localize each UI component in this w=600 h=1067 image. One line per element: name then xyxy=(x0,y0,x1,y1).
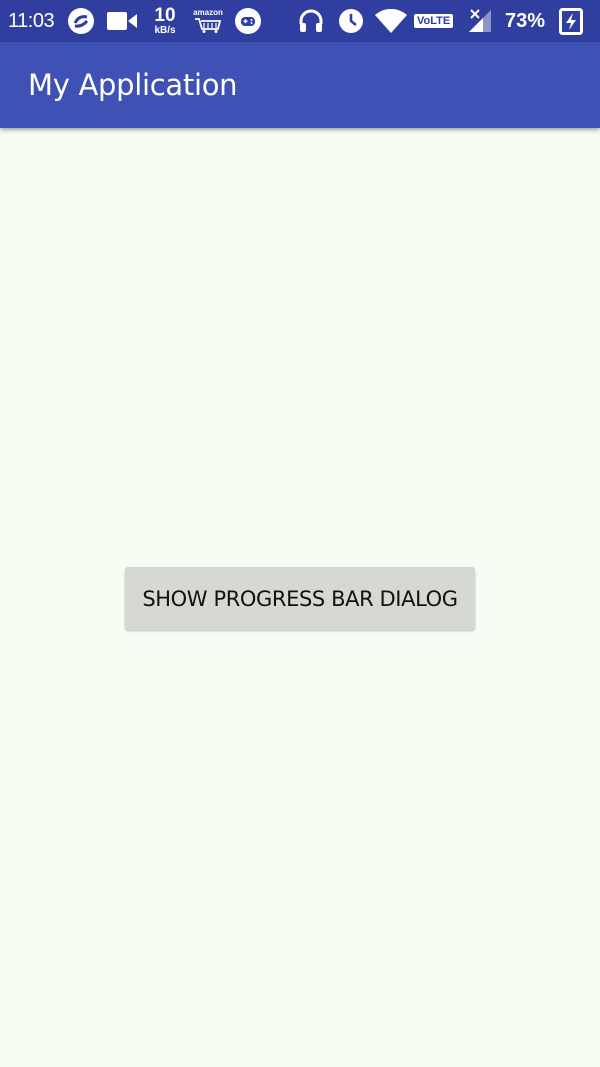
video-camera-icon xyxy=(106,0,138,42)
network-speed: 10 kB/s xyxy=(150,0,180,42)
game-controller-icon xyxy=(233,0,263,42)
show-progress-bar-dialog-button[interactable]: SHOW PROGRESS BAR DIALOG xyxy=(125,567,475,630)
network-speed-value: 10 xyxy=(154,5,176,26)
battery-charging-icon xyxy=(558,0,584,42)
status-bar: 11:03 10 kB/s amazon VoLTE 73% xyxy=(0,0,600,42)
signal-icon xyxy=(466,0,494,42)
app-bar: My Application xyxy=(0,42,600,128)
jio-icon xyxy=(66,0,96,42)
amazon-cart-icon: amazon xyxy=(190,0,226,42)
headphones-icon xyxy=(296,0,326,42)
wifi-icon xyxy=(374,0,408,42)
battery-percent: 73% xyxy=(505,9,546,32)
volte-label: VoLTE xyxy=(414,14,454,28)
app-title: My Application xyxy=(28,68,238,102)
amazon-label: amazon xyxy=(193,8,223,17)
alarm-clock-icon xyxy=(336,0,366,42)
volte-badge: VoLTE xyxy=(414,0,454,42)
status-time: 11:03 xyxy=(8,9,55,32)
network-speed-unit: kB/s xyxy=(154,25,176,36)
main-content: SHOW PROGRESS BAR DIALOG xyxy=(0,128,600,1067)
